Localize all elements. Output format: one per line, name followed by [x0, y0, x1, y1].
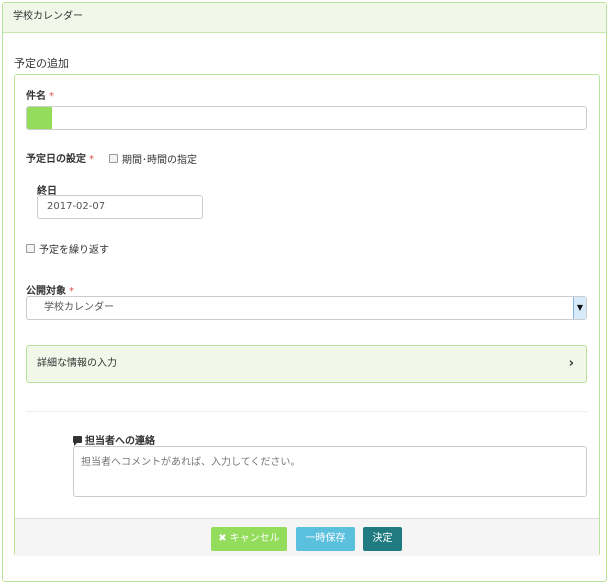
form-footer: ✖ キャンセル 一時保存 決定	[15, 518, 599, 556]
calendar-panel: 学校カレンダー 予定の追加 件名 * 予定日の設定 * 期間･時間の指定 終日 20…	[2, 2, 607, 582]
required-mark: *	[89, 154, 94, 165]
dropdown-arrow-icon[interactable]: ▼	[573, 297, 586, 319]
chevron-right-icon: ›	[568, 356, 574, 371]
end-date-input[interactable]: 2017-02-07	[37, 195, 203, 219]
audience-label: 公開対象 *	[26, 282, 74, 297]
subject-input-fill	[27, 107, 53, 129]
add-event-form: 件名 * 予定日の設定 * 期間･時間の指定 終日 2017-02-07 予定を繰り…	[14, 74, 600, 556]
panel-title: 学校カレンダー	[3, 3, 606, 33]
period-checkbox-row[interactable]: 期間･時間の指定	[109, 151, 197, 166]
contact-label: 担当者への連絡	[73, 432, 155, 447]
subject-label: 件名 *	[26, 87, 54, 102]
repeat-checkbox-label: 予定を繰り返す	[39, 245, 109, 256]
audience-selected-value: 学校カレンダー	[44, 302, 114, 313]
details-label: 詳細な情報の入力	[37, 358, 117, 369]
details-toggle[interactable]: 詳細な情報の入力 ›	[26, 345, 587, 383]
contact-label-text: 担当者への連絡	[85, 436, 155, 447]
period-checkbox-label: 期間･時間の指定	[122, 155, 197, 166]
comment-icon	[73, 436, 82, 446]
period-checkbox[interactable]	[109, 154, 118, 163]
cancel-button[interactable]: ✖ キャンセル	[211, 527, 287, 551]
draft-save-button[interactable]: 一時保存	[296, 527, 355, 551]
submit-button[interactable]: 決定	[363, 527, 402, 551]
required-mark: *	[49, 91, 54, 102]
cancel-button-label: キャンセル	[229, 533, 280, 544]
repeat-checkbox-row[interactable]: 予定を繰り返す	[26, 241, 109, 256]
subject-label-text: 件名	[26, 91, 46, 102]
divider	[26, 411, 587, 412]
repeat-checkbox[interactable]	[26, 244, 35, 253]
section-title: 予定の追加	[14, 57, 69, 70]
date-setting-label-text: 予定日の設定	[26, 154, 86, 165]
close-icon: ✖	[218, 533, 227, 544]
subject-input[interactable]	[26, 106, 587, 130]
date-setting-label: 予定日の設定 *	[26, 150, 94, 165]
audience-select[interactable]: 学校カレンダー ▼	[26, 296, 587, 320]
contact-textarea[interactable]	[73, 446, 587, 497]
